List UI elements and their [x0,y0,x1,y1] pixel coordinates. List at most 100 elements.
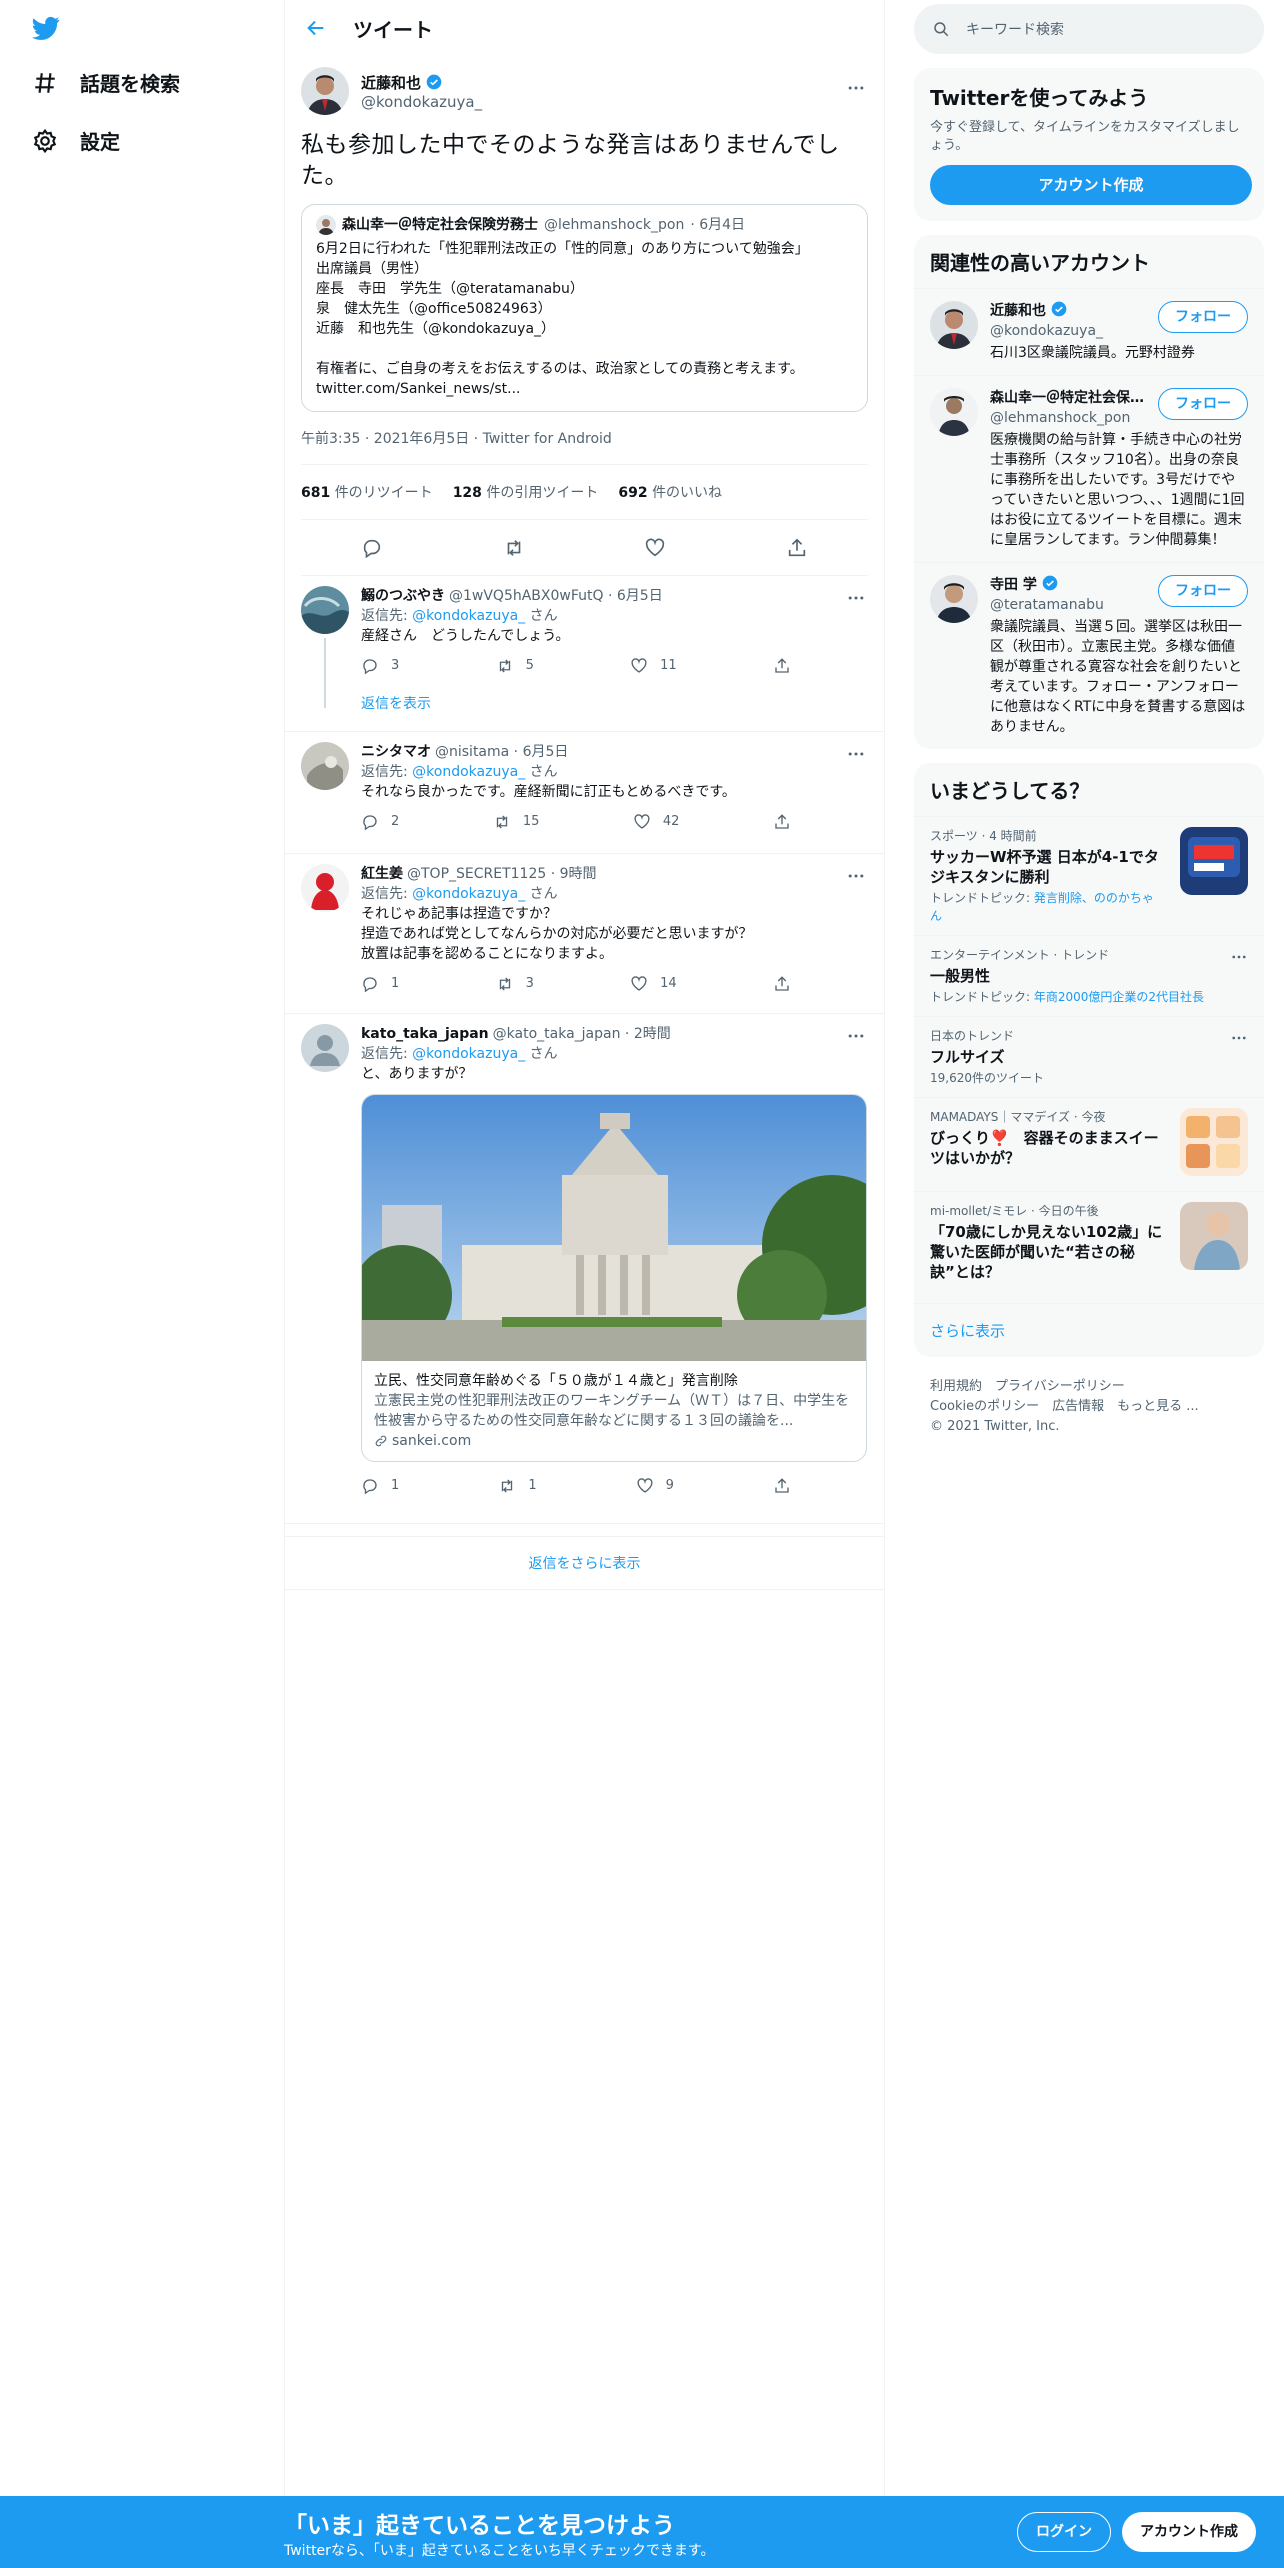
create-account-button[interactable]: アカウント作成 [930,165,1252,205]
reply-icon[interactable] [361,537,383,559]
reply-actions: 1 1 9 [361,1476,791,1496]
avatar[interactable] [301,864,349,912]
retweet-button[interactable]: 15 [493,812,539,832]
mention-link[interactable]: @kondokazuya_ [412,764,525,780]
reply-tweet[interactable]: ニシタマオ @nisitama · 6月5日 返信先: @kondokazuya_… [285,732,884,854]
account-item[interactable]: 森山幸一＠特定社会保険労務士 @lehmanshock_pon 医療機関の給与計… [914,375,1264,562]
trend-item[interactable]: スポーツ · 4 時間前 サッカーW杯予選 日本が4-1でタジキスタンに勝利 ト… [914,816,1264,935]
avatar[interactable] [301,1024,349,1072]
mention-link[interactable]: @kondokazuya_ [412,886,525,902]
show-replies-link[interactable]: 返信を表示 [361,694,868,714]
author-name[interactable]: 近藤和也 [361,74,421,92]
account-bio: 石川3区衆議院議員。元野村證券 [990,345,1195,361]
follow-button[interactable]: フォロー [1158,388,1248,420]
account-name[interactable]: 近藤和也 [990,303,1046,319]
signup-button[interactable]: アカウント作成 [1122,2512,1256,2552]
account-item[interactable]: 近藤和也 @kondokazuya_ 石川3区衆議院議員。元野村證券 フォロー [914,288,1264,375]
more-options-icon[interactable] [846,588,866,608]
more-options-icon[interactable] [1230,948,1248,966]
like-button[interactable]: 42 [633,812,679,832]
retweet-button[interactable]: 5 [496,656,534,676]
quoted-tweet[interactable]: 森山幸一＠特定社会保険労務士 @lehmanshock_pon · 6月4日 6… [301,204,868,412]
share-button[interactable] [773,974,791,994]
tweet-timestamp[interactable]: 午前3:35 · 2021年6月5日 · Twitter for Android [301,412,868,464]
reply-tweet[interactable]: kato_taka_japan @kato_taka_japan · 2時間 返信… [285,1014,884,1524]
link-card[interactable]: 立民、性交同意年齢めぐる「５０歳が１４歳と」発言削除 立憲民主党の性犯罪刑法改正… [361,1094,867,1462]
footer-links[interactable]: 利用規約 プライバシーポリシー [930,1377,1248,1397]
reply-button[interactable]: 1 [361,1476,399,1496]
share-icon[interactable] [786,537,808,559]
like-button[interactable]: 9 [636,1476,674,1496]
reply-author-handle[interactable]: @nisitama · 6月5日 [435,742,568,762]
share-button[interactable] [773,656,791,676]
mention-link[interactable]: @kondokazuya_ [412,1046,525,1062]
more-options-icon[interactable] [846,744,866,764]
search-box[interactable]: キーワード検索 [914,4,1264,54]
like-icon[interactable] [644,537,666,559]
bottom-signup-bar: 「いま」起きていることを見つけよう Twitterなら、「いま」起きていることを… [0,2496,1284,2568]
nav-explore[interactable]: 話題を検索 [32,68,180,97]
twitter-logo-icon[interactable] [30,14,62,42]
reply-button[interactable]: 2 [361,812,399,832]
quote-count[interactable]: 128 件の引用ツイート [453,482,599,502]
mention-link[interactable]: @kondokazuya_ [412,608,525,624]
retweet-count[interactable]: 681 件のリツイート [301,482,433,502]
share-icon [775,814,789,829]
search-placeholder[interactable]: キーワード検索 [966,19,1064,39]
link-icon [375,1435,387,1447]
nav-settings[interactable]: 設定 [32,126,120,155]
more-options-icon[interactable] [846,1026,866,1046]
trend-topic-link[interactable]: 年商2000億円企業の2代目社長 [1034,990,1204,1004]
reply-tweet[interactable]: 鰯のつぶやき @1wVQ5hABX0wFutQ · 6月5日 返信先: @kond… [285,576,884,732]
avatar[interactable] [301,742,349,790]
like-count[interactable]: 692 件のいいね [618,482,722,502]
footer-links[interactable]: Cookieのポリシー 広告情報 もっと見る ... [930,1397,1248,1417]
author-handle[interactable]: @kondokazuya_ [361,93,482,111]
reply-author-name[interactable]: ニシタマオ [361,742,431,762]
share-button[interactable] [773,1476,791,1496]
retweet-icon[interactable] [503,537,525,559]
reply-tweet[interactable]: 紅生姜 @TOP_SECRET1125 · 9時間 返信先: @kondokazu… [285,854,884,1014]
avatar[interactable] [301,67,349,115]
like-button[interactable]: 14 [630,974,677,994]
login-button[interactable]: ログイン [1017,2512,1111,2552]
account-name[interactable]: 寺田 学 [990,577,1037,593]
account-name[interactable]: 森山幸一＠特定社会保険労務士 [990,388,1150,408]
avatar[interactable] [930,388,978,436]
share-button[interactable] [773,812,791,832]
avatar[interactable] [301,586,349,634]
account-item[interactable]: 寺田 学 @teratamanabu 衆議院議員、当選５回。選挙区は秋田一区（秋… [914,562,1264,749]
trend-item[interactable]: mi-mollet/ミモレ · 今日の午後 「70歳にしか見えない102歳」に驚… [914,1191,1264,1303]
reply-author-name[interactable]: kato_taka_japan [361,1024,489,1044]
trend-item[interactable]: MAMADAYS｜ママデイズ · 今夜 びっくり❣️ 容器そのままスイーツはいか… [914,1097,1264,1191]
reply-author-name[interactable]: 鰯のつぶやき [361,586,445,606]
quote-link[interactable]: twitter.com/Sankei_news/st... [316,379,853,399]
show-more-link[interactable]: さらに表示 [914,1303,1264,1357]
share-icon [775,976,789,991]
verified-badge-icon [1051,301,1067,317]
retweet-button[interactable]: 1 [498,1476,537,1496]
reply-author-handle[interactable]: @kato_taka_japan · 2時間 [493,1024,671,1044]
back-arrow-icon[interactable] [305,17,327,39]
reply-button[interactable]: 3 [361,656,399,676]
more-options-icon[interactable] [846,866,866,886]
retweet-button[interactable]: 3 [496,974,534,994]
show-more-replies-button[interactable]: 返信をさらに表示 [285,1536,884,1590]
reply-author-handle[interactable]: @TOP_SECRET1125 · 9時間 [407,864,597,884]
avatar[interactable] [930,575,978,623]
more-options-icon[interactable] [1230,1029,1248,1047]
trend-item[interactable]: エンターテインメント · トレンド 一般男性 トレンドトピック: 年商2000億… [914,935,1264,1016]
reply-button[interactable]: 1 [361,974,399,994]
search-icon [934,22,949,37]
trend-item[interactable]: 日本のトレンド フルサイズ 19,620件のツイート [914,1016,1264,1097]
reply-author-handle[interactable]: @1wVQ5hABX0wFutQ · 6月5日 [449,586,663,606]
more-options-icon[interactable] [846,78,866,98]
follow-button[interactable]: フォロー [1158,301,1248,333]
avatar[interactable] [930,301,978,349]
retweet-icon [499,977,510,991]
account-bio: 衆議院議員、当選５回。選挙区は秋田一区（秋田市）。立憲民主党。多様な価値観が尊重… [990,619,1246,735]
card-description: 立憲民主党の性犯罪刑法改正のワーキングチーム（ＷＴ）は７日、中学生を性被害から守… [374,1393,850,1429]
reply-author-name[interactable]: 紅生姜 [361,864,403,884]
like-button[interactable]: 11 [630,656,677,676]
follow-button[interactable]: フォロー [1158,575,1248,607]
